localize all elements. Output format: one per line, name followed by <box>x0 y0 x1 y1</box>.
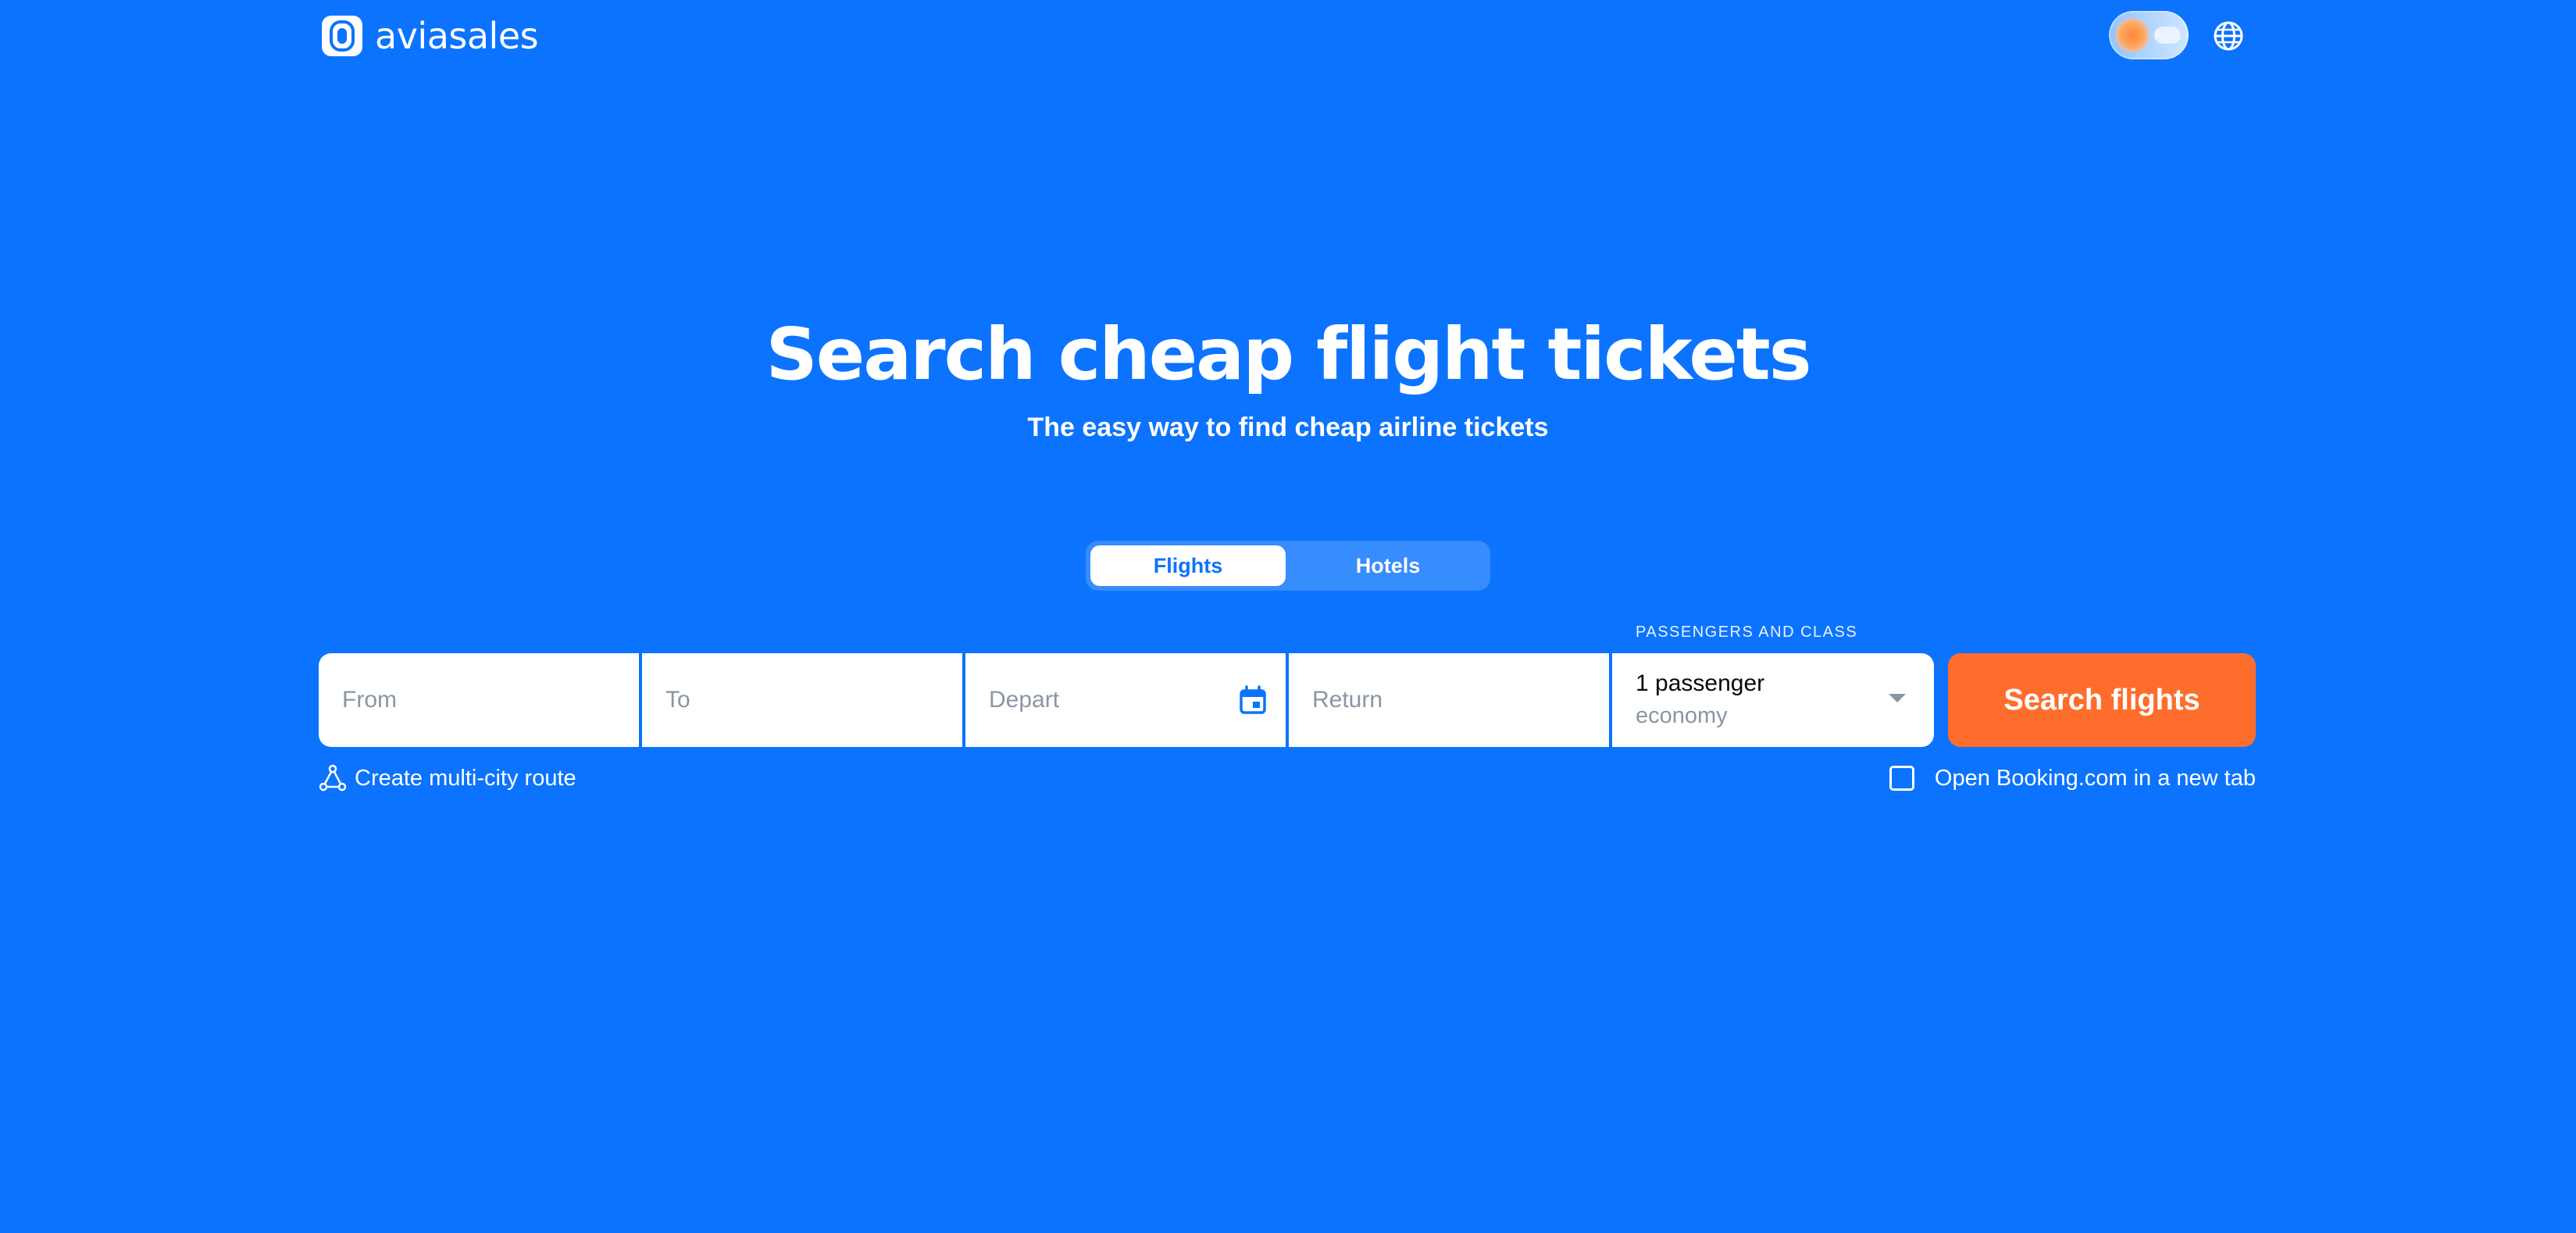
top-bar: aviasales <box>0 0 2576 72</box>
open-booking-checkbox[interactable] <box>1889 766 1914 791</box>
search-flights-button[interactable]: Search flights <box>1948 653 2256 747</box>
open-booking-label: Open Booking.com in a new tab <box>1934 765 2256 791</box>
travel-class: economy <box>1636 703 1728 728</box>
create-multi-city-route-link[interactable]: Create multi-city route <box>319 763 576 794</box>
route-icon <box>319 764 347 792</box>
from-field-wrapper <box>319 653 639 747</box>
cloud-icon <box>2154 27 2181 44</box>
tab-hotels[interactable]: Hotels <box>1290 545 1486 586</box>
search-type-tabs: Flights Hotels <box>1086 541 1490 591</box>
open-booking-option[interactable]: Open Booking.com in a new tab <box>1889 763 2256 794</box>
page-subtitle: The easy way to find cheap airline ticke… <box>1027 413 1549 442</box>
chevron-down-icon <box>1889 694 1906 702</box>
globe-icon[interactable] <box>2211 19 2246 53</box>
aviasales-logo-icon <box>322 16 362 56</box>
logo-text: aviasales <box>375 15 539 57</box>
sun-icon <box>2115 18 2150 52</box>
return-field-wrapper <box>1289 653 1609 747</box>
multi-city-label: Create multi-city route <box>355 765 576 791</box>
to-field-wrapper <box>642 653 962 747</box>
passengers-caption: PASSENGERS AND CLASS <box>1636 624 1858 641</box>
passengers-count: 1 passenger <box>1636 670 1765 696</box>
logo[interactable]: aviasales <box>320 14 539 58</box>
theme-toggle[interactable] <box>2109 11 2189 59</box>
calendar-icon[interactable] <box>1237 684 1268 716</box>
depart-field-wrapper <box>965 653 1286 747</box>
from-input[interactable] <box>319 653 639 747</box>
tab-flights[interactable]: Flights <box>1090 545 1286 586</box>
passengers-class-select[interactable]: 1 passenger economy <box>1612 653 1934 747</box>
page-title: Search cheap flight tickets <box>765 313 1812 396</box>
return-date-input[interactable] <box>1289 653 1609 747</box>
flight-search-form: 1 passenger economy <box>319 653 1934 747</box>
to-input[interactable] <box>642 653 962 747</box>
